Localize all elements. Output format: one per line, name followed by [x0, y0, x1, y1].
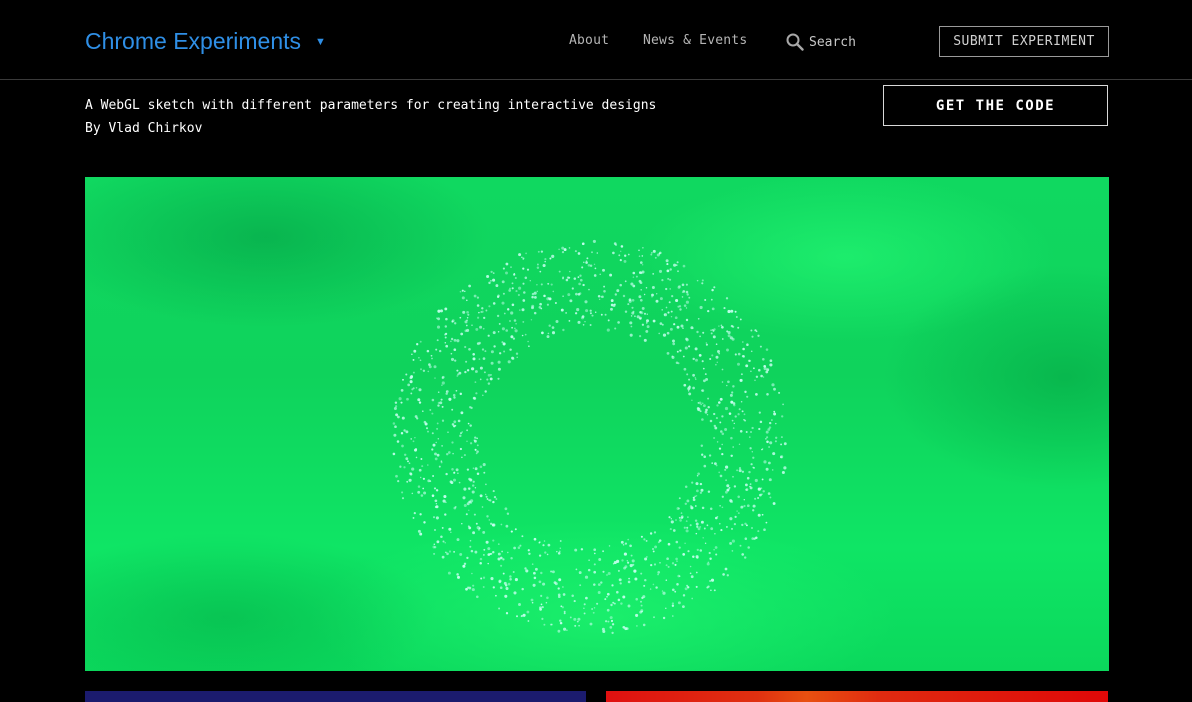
- particles: [392, 239, 787, 635]
- get-the-code-button[interactable]: GET THE CODE: [883, 85, 1108, 126]
- experiment-author: By Vlad Chirkov: [85, 121, 203, 136]
- nav-news-events[interactable]: News & Events: [643, 33, 747, 48]
- submit-experiment-button[interactable]: SUBMIT EXPERIMENT: [939, 26, 1109, 57]
- related-experiment-thumbnail-right[interactable]: [606, 691, 1108, 702]
- chevron-down-icon: ▼: [315, 36, 326, 48]
- search-button[interactable]: Search: [786, 33, 856, 51]
- experiment-description: A WebGL sketch with different parameters…: [85, 98, 657, 113]
- search-label: Search: [809, 34, 856, 50]
- particle-ring: [392, 239, 787, 635]
- related-experiment-thumbnail-left[interactable]: [85, 691, 586, 702]
- experiment-info: A WebGL sketch with different parameters…: [85, 94, 656, 140]
- site-header: Chrome Experiments ▼ About News & Events …: [0, 0, 1192, 80]
- nav-about[interactable]: About: [569, 33, 609, 48]
- brand-title: Chrome Experiments: [85, 28, 302, 54]
- search-icon: [786, 33, 804, 51]
- experiment-canvas[interactable]: [85, 177, 1109, 671]
- brand-menu[interactable]: Chrome Experiments ▼: [85, 28, 326, 55]
